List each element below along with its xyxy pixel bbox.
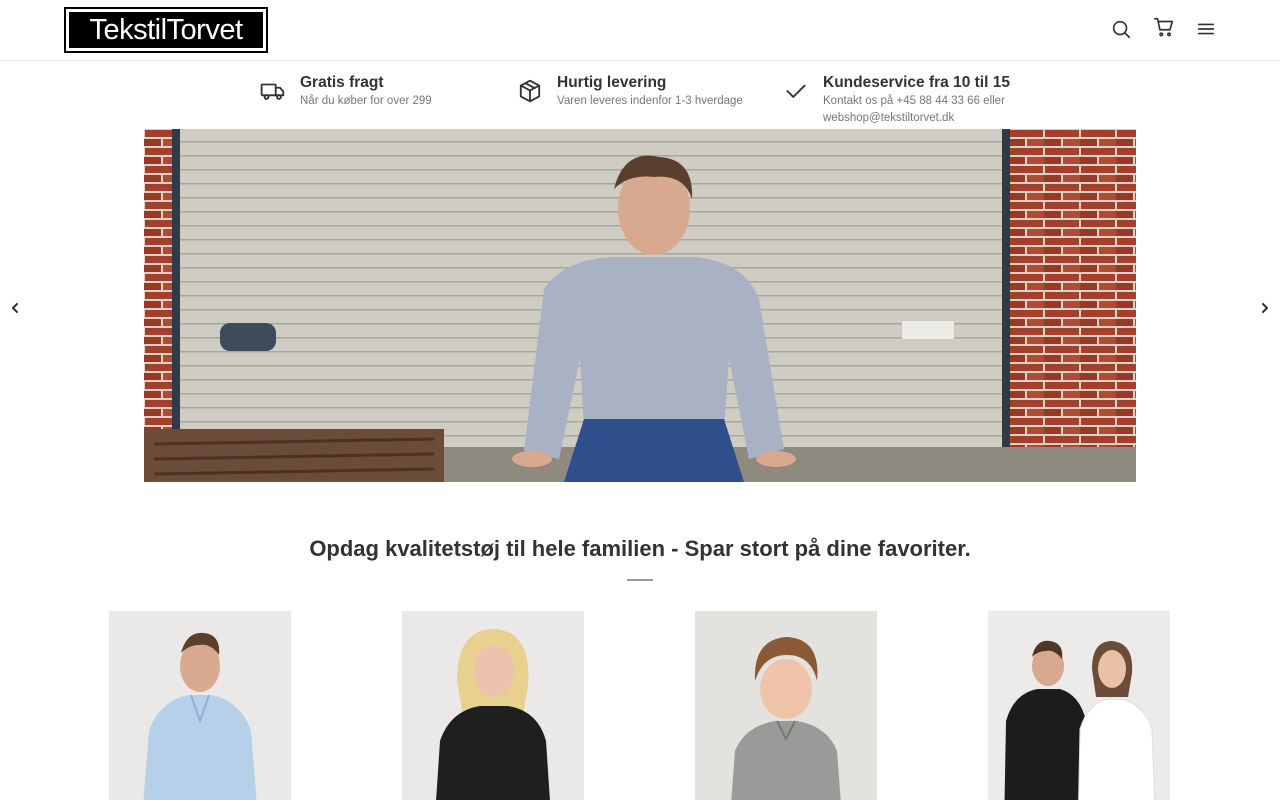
hero-image [144,129,1136,482]
chevron-left-icon [12,303,18,313]
product-image [402,611,584,800]
headline-divider [627,579,653,581]
menu-icon[interactable] [1193,16,1219,42]
site-header: TekstilTorvet [0,0,1280,61]
usp-customer-service: Kundeservice fra 10 til 15 Kontakt os på… [781,74,1043,127]
chevron-right-icon [1262,303,1268,313]
check-icon [781,76,811,106]
hero-prev-button[interactable] [5,298,25,318]
section-headline: Opdag kvalitetstøj til hele familien - S… [309,536,971,561]
usp-subtitle: Varen leveres indenfor 1-3 hverdage [557,95,743,107]
search-icon[interactable] [1108,16,1134,42]
truck-icon [258,76,288,106]
product-card[interactable] [109,611,291,800]
hero-banner[interactable] [144,129,1136,482]
usp-subtitle: Når du køber for over 299 [300,95,432,107]
product-card[interactable] [988,611,1170,800]
product-image [109,611,291,800]
site-logo[interactable]: TekstilTorvet [64,7,268,53]
usp-subtitle: Kontakt os på +45 88 44 33 66 eller webs… [823,95,1005,124]
cart-icon[interactable] [1151,14,1177,40]
usp-title: Kundeservice fra 10 til 15 [823,74,1010,91]
usp-fast-delivery: Hurtig levering Varen leveres indenfor 1… [515,74,743,110]
usp-title: Hurtig levering [557,74,667,91]
product-image [988,611,1170,800]
product-image [695,611,877,800]
hero-next-button[interactable] [1255,298,1275,318]
logo-text: TekstilTorvet [69,12,263,48]
usp-title: Gratis fragt [300,74,384,91]
package-icon [515,76,545,106]
product-card[interactable] [695,611,877,800]
usp-free-shipping: Gratis fragt Når du køber for over 299 [258,74,432,110]
product-card[interactable] [402,611,584,800]
